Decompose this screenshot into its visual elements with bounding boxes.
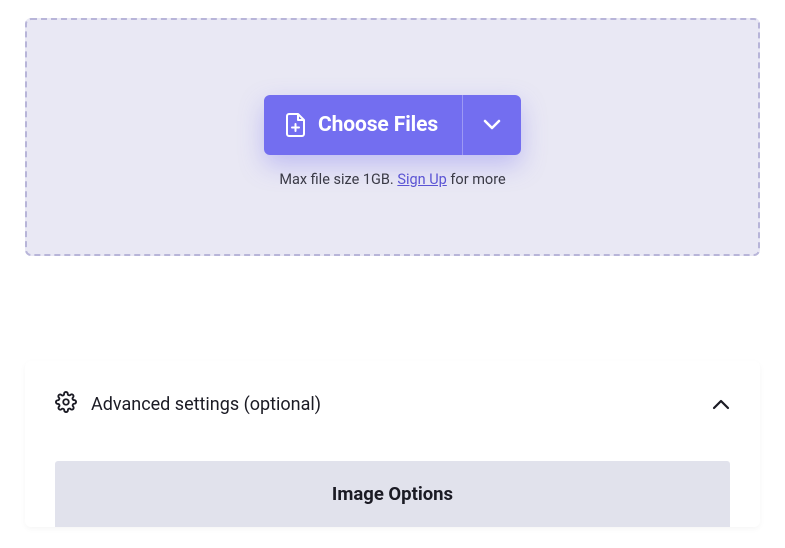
image-options-header[interactable]: Image Options [55, 461, 730, 527]
advanced-settings-title: Advanced settings (optional) [91, 394, 698, 415]
file-dropzone[interactable]: Choose Files Max file size 1GB. Sign Up … [25, 18, 760, 256]
choose-files-dropdown-button[interactable] [463, 95, 521, 155]
hint-prefix: Max file size 1GB. [279, 171, 397, 188]
choose-files-button[interactable]: Choose Files [264, 95, 463, 155]
choose-files-group: Choose Files [264, 95, 521, 155]
choose-files-label: Choose Files [318, 113, 438, 137]
upload-hint: Max file size 1GB. Sign Up for more [279, 171, 505, 188]
chevron-down-icon [483, 115, 501, 134]
image-options-label: Image Options [332, 483, 453, 505]
advanced-settings-card: Advanced settings (optional) Image Optio… [25, 361, 760, 527]
signup-link[interactable]: Sign Up [397, 171, 446, 188]
gear-icon [55, 391, 77, 417]
hint-suffix: for more [447, 171, 506, 188]
advanced-settings-toggle[interactable]: Advanced settings (optional) [55, 391, 730, 417]
chevron-up-icon [712, 395, 730, 414]
file-add-icon [286, 113, 318, 137]
